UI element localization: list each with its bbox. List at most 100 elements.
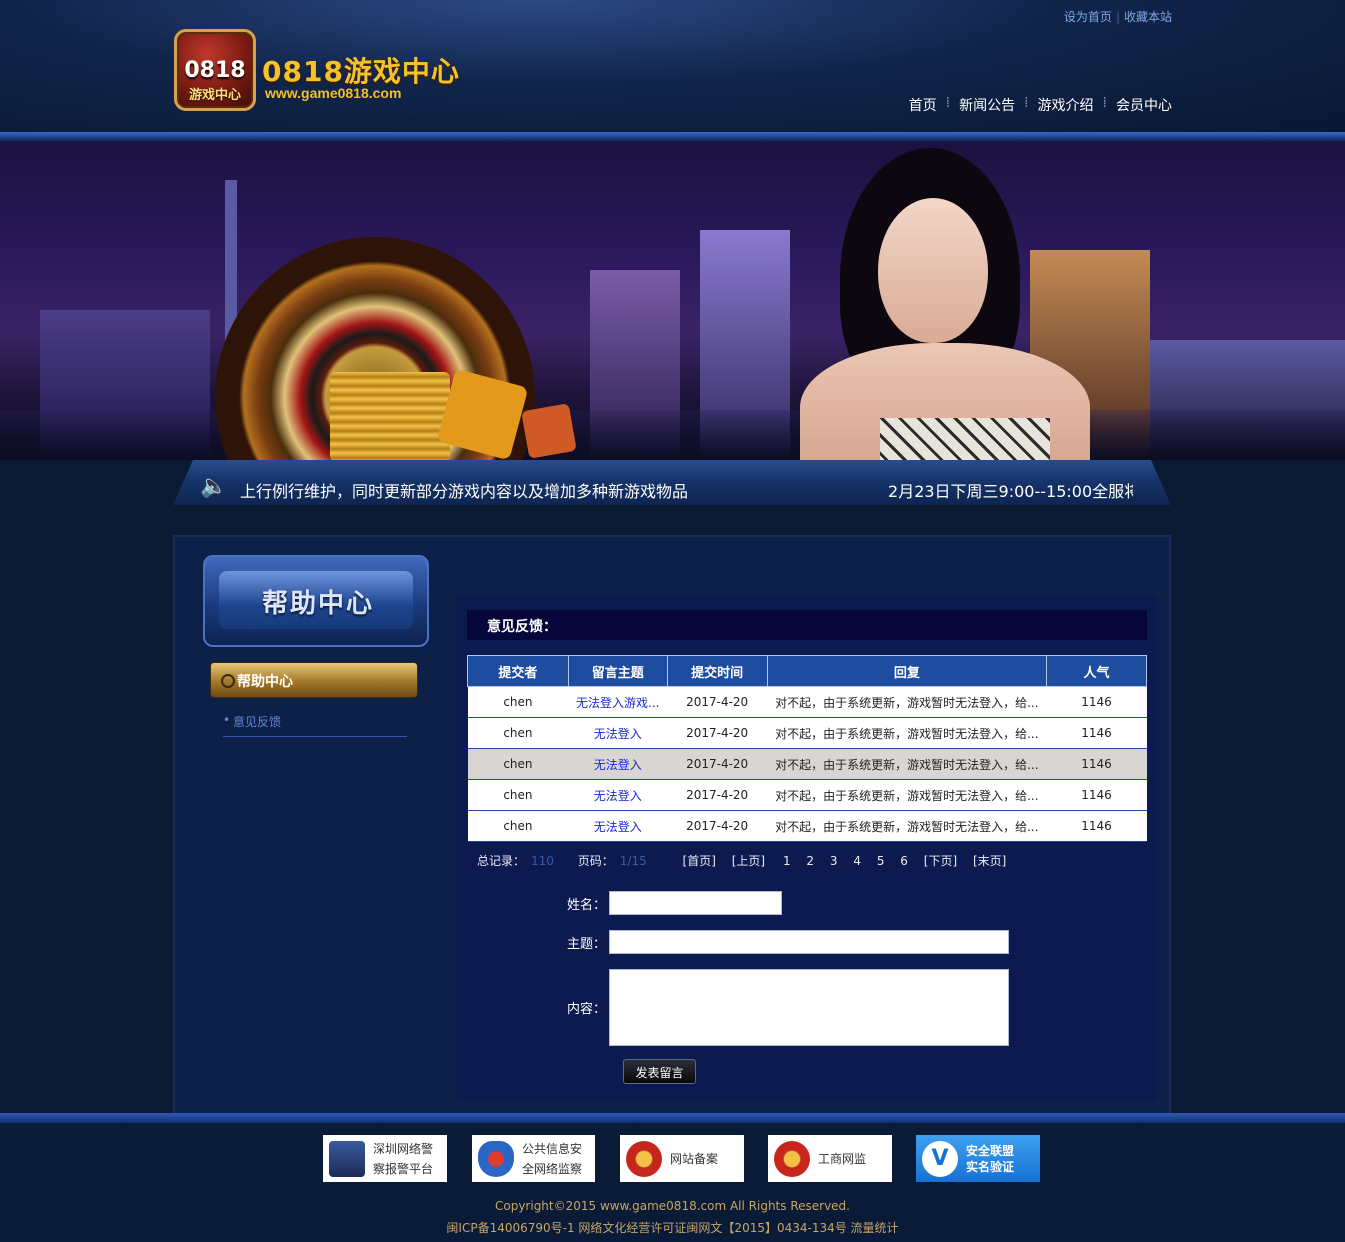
cell-reply: 对不起，由于系统更新，游戏暂时无法登入，给... <box>767 748 1047 780</box>
sidebar-item-help-center[interactable]: 帮助中心 <box>211 663 417 697</box>
total-records-label: 总记录： <box>477 854 526 868</box>
badge-line: 察报警平台 <box>373 1161 434 1176</box>
nav-item-home[interactable]: 首页 <box>909 95 937 115</box>
coin-stack-image <box>330 372 450 460</box>
cell-reply: 对不起，由于系统更新，游戏暂时无法登入，给... <box>767 686 1047 718</box>
last-page-link[interactable]: [末页] <box>973 854 1006 868</box>
nav-item-games[interactable]: 游戏介绍 <box>1038 95 1094 115</box>
cell-popularity: 1146 <box>1046 810 1147 842</box>
cell-subject-link[interactable]: 无法登入 <box>568 717 668 749</box>
column-header: 回复 <box>766 655 1048 687</box>
cell-popularity: 1146 <box>1046 748 1147 780</box>
table-row: chen 无法登入 2017-4-20 对不起，由于系统更新，游戏暂时无法登入，… <box>467 779 1147 811</box>
badge-line: 深圳网络警 <box>373 1141 434 1156</box>
dress <box>880 418 1050 460</box>
cell-date: 2017-4-20 <box>667 748 768 780</box>
subject-label: 主题： <box>566 937 606 952</box>
table-header-row: 提交者 留言主题 提交时间 回复 人气 <box>467 655 1147 687</box>
table-row-highlighted: chen 无法登入 2017-4-20 对不起，由于系统更新，游戏暂时无法登入，… <box>467 748 1147 780</box>
sidebar-title: 帮助中心 <box>261 589 374 619</box>
separator: | <box>1115 10 1120 24</box>
badge-line: 安全联盟 <box>966 1143 1015 1158</box>
dice-image <box>521 403 577 459</box>
sidebar-header: 帮助中心 <box>203 555 429 647</box>
submit-message-button[interactable]: 发表留言 <box>623 1059 696 1084</box>
logo-badge[interactable]: 0818 游戏中心 <box>174 29 256 111</box>
pagination: 总记录： 110 页码： 1/15 [首页] [上页] 1 2 3 4 5 6 [下… <box>477 852 1012 869</box>
content-label: 内容： <box>566 1002 606 1017</box>
copyright-text: Copyright©2015 www.game0818.com All Righ… <box>494 1199 850 1213</box>
table-row: chen 无法登入游戏... 2017-4-20 对不起，由于系统更新，游戏暂时… <box>467 686 1147 718</box>
site-registration-badge[interactable]: 网站备案 <box>620 1135 744 1182</box>
content-textarea[interactable] <box>609 969 1009 1046</box>
sidebar-item-feedback[interactable]: 意见反馈 <box>223 713 407 737</box>
sidebar: 帮助中心 帮助中心 意见反馈 <box>187 555 445 747</box>
emblem-icon <box>774 1140 810 1177</box>
page-link[interactable]: 5 <box>877 854 885 868</box>
header-divider <box>0 132 1345 142</box>
main-nav: 首页 ⁞ 新闻公告 ⁞ 游戏介绍 ⁞ 会员中心 <box>909 95 1172 115</box>
security-alliance-badge[interactable]: V 安全联盟 实名验证 <box>916 1135 1040 1182</box>
badge-line: 全网络监察 <box>522 1161 583 1176</box>
page-link[interactable]: 4 <box>853 854 861 868</box>
cell-subject-link[interactable]: 无法登入 <box>568 748 668 780</box>
cell-author: chen <box>467 717 569 749</box>
nav-separator: ⁞ <box>1102 95 1107 111</box>
next-page-link[interactable]: [下页] <box>924 854 957 868</box>
footer-divider <box>0 1113 1345 1123</box>
cell-date: 2017-4-20 <box>667 779 768 811</box>
notice-marquee: 上行例行维护，同时更新部分游戏内容以及增加多种新游戏物品 2月23日下周三9:00… <box>240 478 1133 502</box>
police-icon <box>329 1140 365 1177</box>
notice-text-1: 上行例行维护，同时更新部分游戏内容以及增加多种新游戏物品 <box>240 482 689 501</box>
cell-reply: 对不起，由于系统更新，游戏暂时无法登入，给... <box>767 810 1047 842</box>
cell-subject-link[interactable]: 无法登入 <box>568 810 668 842</box>
badge-line: 工商网监 <box>818 1152 867 1166</box>
nav-separator: ⁞ <box>1024 95 1029 111</box>
cell-date: 2017-4-20 <box>667 810 768 842</box>
cell-author: chen <box>467 779 569 811</box>
badge-line: 实名验证 <box>966 1159 1015 1174</box>
bookmark-link[interactable]: 收藏本站 <box>1124 10 1172 24</box>
speaker-icon: 🔈 <box>200 474 228 499</box>
logo-url: www.game0818.com <box>265 85 402 101</box>
prev-page-link[interactable]: [上页] <box>732 854 765 868</box>
badge-line: 网站备案 <box>670 1152 719 1166</box>
icp-license-text: 闽ICP备14006790号-1 网络文化经营许可证闽网文【2015】0434-… <box>446 1221 899 1235</box>
column-header: 提交者 <box>467 655 569 687</box>
logo-badge-number: 0818 <box>184 58 246 83</box>
name-input[interactable] <box>609 891 782 915</box>
security-monitor-badge[interactable]: 公共信息安 全网络监察 <box>472 1135 595 1182</box>
nav-item-news[interactable]: 新闻公告 <box>959 95 1015 115</box>
cell-date: 2017-4-20 <box>667 686 768 718</box>
badge-text: 深圳网络警 察报警平台 <box>373 1139 433 1179</box>
top-links: 设为首页 | 收藏本站 <box>1064 8 1172 25</box>
nav-separator: ⁞ <box>945 95 951 111</box>
name-label: 姓名： <box>566 898 606 913</box>
table-row: chen 无法登入 2017-4-20 对不起，由于系统更新，游戏暂时无法登入，… <box>467 810 1147 842</box>
nav-item-member[interactable]: 会员中心 <box>1116 95 1172 115</box>
face <box>878 198 988 343</box>
site-header: 0818 游戏中心 0818游戏中心 www.game0818.com 设为首页… <box>0 0 1345 132</box>
table-row: chen 无法登入 2017-4-20 对不起，由于系统更新，游戏暂时无法登入，… <box>467 717 1147 749</box>
cell-subject-link[interactable]: 无法登入游戏... <box>568 686 668 718</box>
subject-input[interactable] <box>609 930 1009 954</box>
badge-line: 公共信息安 <box>522 1141 583 1156</box>
first-page-link[interactable]: [首页] <box>683 854 716 868</box>
total-records-value: 110 <box>531 854 554 868</box>
business-monitor-badge[interactable]: 工商网监 <box>768 1135 892 1182</box>
page-link[interactable]: 2 <box>806 854 814 868</box>
model-photo <box>800 148 1140 460</box>
notice-text-2: 2月23日下周三9:00--15:00全服将进 <box>888 482 1133 501</box>
cell-popularity: 1146 <box>1046 717 1147 749</box>
seal-icon <box>626 1140 662 1177</box>
page-link[interactable]: 6 <box>900 854 908 868</box>
page-link[interactable]: 3 <box>830 854 838 868</box>
logo-title[interactable]: 0818游戏中心 <box>262 50 460 90</box>
set-homepage-link[interactable]: 设为首页 <box>1064 10 1112 24</box>
column-header: 留言主题 <box>567 655 668 687</box>
page-link[interactable]: 1 <box>783 854 791 868</box>
cell-subject-link[interactable]: 无法登入 <box>568 779 668 811</box>
cell-author: chen <box>467 748 569 780</box>
cyber-police-badge[interactable]: 深圳网络警 察报警平台 <box>323 1135 447 1182</box>
water-reflection <box>0 410 1345 460</box>
